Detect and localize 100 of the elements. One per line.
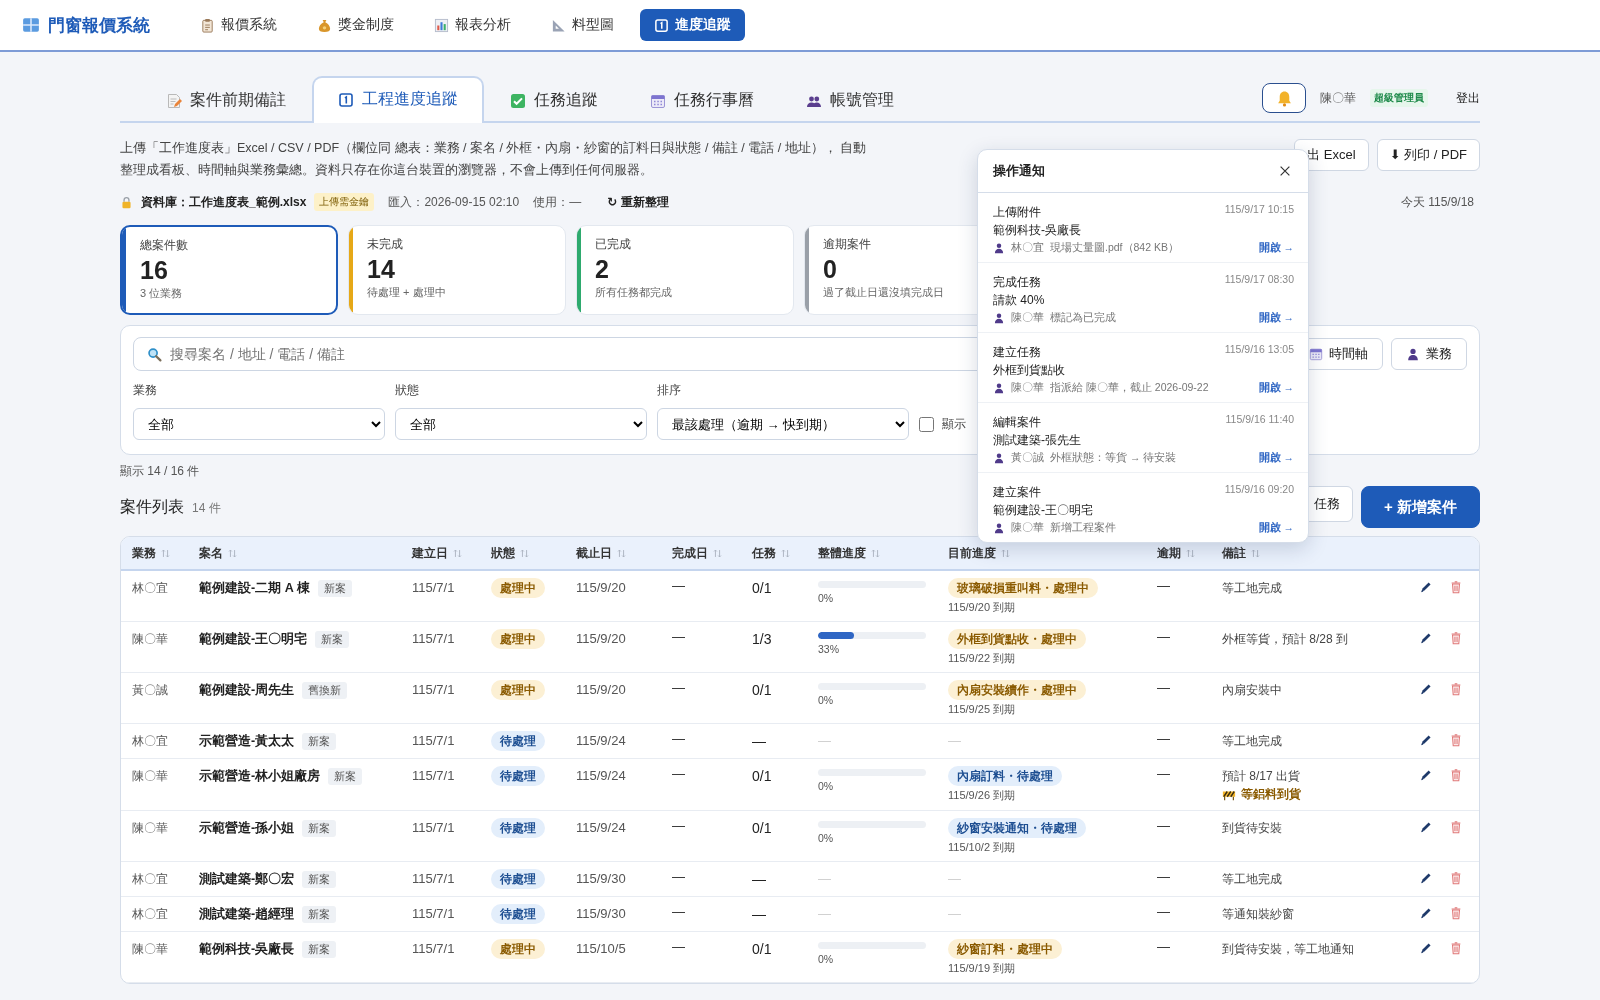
- stat-card[interactable]: 總案件數 16 3 位業務: [120, 225, 338, 315]
- pencil-icon: [1419, 768, 1433, 782]
- nav-link[interactable]: 料型圖: [537, 9, 628, 41]
- nav-link[interactable]: 報表分析: [420, 9, 525, 41]
- progress-percent: 0%: [818, 953, 834, 965]
- table-cell-text: 115/9/30: [576, 905, 626, 923]
- open-link[interactable]: 開啟 →: [1258, 521, 1294, 535]
- due-date: 115/9/26 到期: [948, 788, 1016, 802]
- stat-value: 14: [367, 254, 396, 285]
- dropdown[interactable]: 全部: [133, 408, 385, 440]
- table-cell: —: [672, 629, 685, 644]
- tab[interactable]: 案件前期備註: [140, 76, 312, 123]
- trash-icon: [1449, 820, 1463, 834]
- stat-caption: 所有任務都完成: [595, 285, 672, 300]
- open-link[interactable]: 開啟 →: [1258, 311, 1294, 325]
- table-cell-text: 115/7/1: [412, 681, 455, 699]
- open-link[interactable]: 開啟 →: [1258, 451, 1294, 465]
- dropdown[interactable]: 最該處理（逾期 → 快到期）: [657, 408, 909, 440]
- open-link[interactable]: 開啟 →: [1258, 241, 1294, 255]
- refresh-link[interactable]: ↻ 重新整理: [607, 193, 669, 211]
- case-name[interactable]: 範例科技-吳廠長: [199, 939, 295, 959]
- stat-card[interactable]: 未完成 14 待處理 + 處理中: [348, 225, 566, 315]
- open-link[interactable]: 開啟 →: [1258, 381, 1294, 395]
- due-date: 115/9/19 到期: [948, 961, 1016, 975]
- role-badge: 超級管理員: [1370, 89, 1428, 107]
- pencil-icon: [1419, 820, 1433, 834]
- notification-detail: 指派給 陳〇華，截止 2026-09-22: [1050, 381, 1209, 395]
- due-date: 115/9/25 到期: [948, 702, 1016, 716]
- column-header[interactable]: 截止日: [576, 544, 612, 562]
- case-name[interactable]: 示範營造-孫小姐: [199, 818, 295, 838]
- pencil-icon: [1419, 941, 1433, 955]
- table-cell-text: 0/1: [752, 681, 772, 700]
- notification-target: 測試建築-張先生: [993, 432, 1082, 449]
- pencil-icon: [1419, 906, 1433, 920]
- table-cell-text: 林〇宜: [132, 871, 168, 888]
- table-cell-text: 陳〇華: [132, 941, 168, 958]
- lock-icon: [120, 195, 133, 209]
- bell-button[interactable]: [1262, 83, 1306, 113]
- view-button[interactable]: 業務: [1391, 338, 1467, 370]
- stat-card[interactable]: 已完成 2 所有任務都完成: [576, 225, 794, 315]
- clipboard-icon: [200, 17, 215, 33]
- export-button[interactable]: ⬇ 列印 / PDF: [1376, 139, 1480, 171]
- column-header[interactable]: 逾期: [1157, 544, 1181, 562]
- stat-caption: 3 位業務: [140, 286, 184, 301]
- column-header[interactable]: 目前進度: [948, 544, 996, 562]
- column-header[interactable]: 備註: [1222, 544, 1246, 562]
- description-text: 上傳「工作進度表」Excel / CSV / PDF（欄位同 總表：業務 / 案名 / 外框・內扇・紗窗的訂料日與狀態 / 備註 / 電話 / 地址）， 自動整理成看板、時間軸與業務彙總。資料只存在你這台裝置的瀏覽器，不會上傳到任何伺服器。: [120, 140, 868, 179]
- current-step-badge: 外框到貨點收・處理中: [948, 629, 1086, 649]
- case-name[interactable]: 測試建築-趙經理: [199, 904, 295, 924]
- due-date: 115/10/2 到期: [948, 840, 1016, 854]
- column-header[interactable]: 案名: [199, 544, 223, 562]
- nav-link[interactable]: 報價系統: [186, 9, 291, 41]
- trash-icon: [1449, 631, 1463, 645]
- column-header[interactable]: 任務: [752, 544, 776, 562]
- nav-link[interactable]: 進度追蹤: [640, 9, 745, 41]
- case-count: 14 件: [192, 499, 221, 517]
- dropdown[interactable]: 全部: [395, 408, 647, 440]
- column-header[interactable]: 整體進度: [818, 544, 866, 562]
- person-icon: [993, 522, 1005, 534]
- nav-link[interactable]: 獎金制度: [303, 9, 408, 41]
- table-cell: —: [1157, 680, 1170, 695]
- logout-link[interactable]: 登出: [1456, 89, 1480, 107]
- column-header[interactable]: 業務: [132, 544, 156, 562]
- progress-percent: 0%: [818, 694, 834, 706]
- notification-action: 建立任務: [993, 344, 1042, 361]
- case-name[interactable]: 示範營造-林小姐廠房: [199, 766, 321, 786]
- money-bag-icon: [317, 17, 332, 33]
- case-tag: 新案: [302, 905, 337, 923]
- sort-icon: [160, 547, 171, 559]
- column-header[interactable]: 完成日: [672, 544, 708, 562]
- tab[interactable]: 任務行事曆: [624, 76, 780, 123]
- table-cell: —: [1157, 731, 1170, 746]
- checkbox[interactable]: [919, 416, 934, 432]
- case-name[interactable]: 範例建設-王〇明宅: [199, 629, 308, 649]
- case-name[interactable]: 示範營造-黃太太: [199, 731, 295, 751]
- tab[interactable]: 任務追蹤: [484, 76, 624, 123]
- sort-icon: [1250, 547, 1261, 559]
- current-step-badge: 內扇訂料・待處理: [948, 766, 1062, 786]
- square-icon: [654, 17, 669, 33]
- sort-icon: [227, 547, 238, 559]
- status-badge: 待處理: [491, 904, 545, 924]
- person-icon: [1406, 347, 1420, 361]
- window-icon: [22, 16, 40, 34]
- case-name[interactable]: 範例建設-周先生: [199, 680, 295, 700]
- pencil-icon: [1419, 631, 1433, 645]
- add-case-button[interactable]: + 新增案件: [1361, 486, 1480, 528]
- status-badge: 處理中: [491, 629, 545, 649]
- table-cell-text: —: [752, 870, 766, 889]
- sort-icon: [1185, 547, 1196, 559]
- trash-icon: [1449, 906, 1463, 920]
- table-cell: —: [1157, 818, 1170, 833]
- trash-icon: [1449, 768, 1463, 782]
- case-name[interactable]: 測試建築-鄭〇宏: [199, 869, 295, 889]
- tab[interactable]: 工程進度追蹤: [312, 76, 484, 123]
- current-step-badge: 玻璃破損重叫料・處理中: [948, 578, 1098, 598]
- notification-target: 範例建設-王〇明宅: [993, 502, 1094, 519]
- case-name[interactable]: 範例建設-二期 A 棟: [199, 578, 310, 598]
- column-header[interactable]: 建立日: [412, 544, 448, 562]
- tab[interactable]: 帳號管理: [780, 76, 920, 123]
- column-header[interactable]: 狀態: [491, 544, 515, 562]
